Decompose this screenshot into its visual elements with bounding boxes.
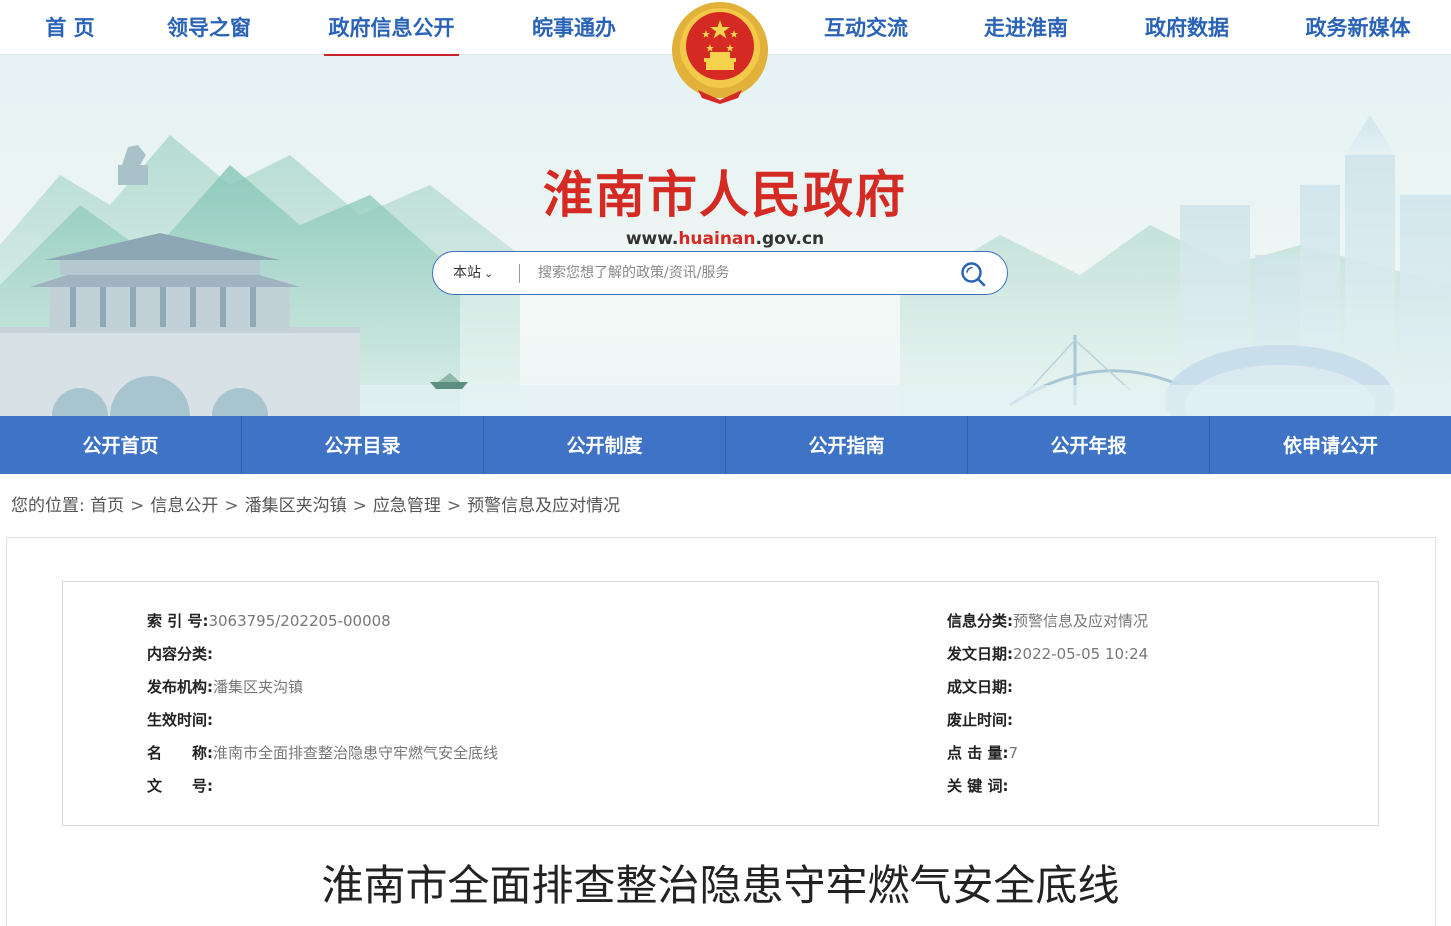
breadcrumb: 您的位置: 首页 > 信息公开 > 潘集区夹沟镇 > 应急管理 > 预警信息及应对情况 [11, 493, 620, 519]
breadcrumb-separator: > [224, 496, 239, 516]
breadcrumb-info-open[interactable]: 信息公开 [150, 496, 218, 516]
breadcrumb-current[interactable]: 预警信息及应对情况 [467, 496, 620, 516]
site-url[interactable]: www.huainan.gov.cn [540, 228, 910, 250]
search-scope-select[interactable]: 本站 ⌄ [453, 252, 493, 294]
meta-index-no: 索 引 号:3063795/202205-00008 [147, 612, 391, 630]
meta-clicks: 点 击 量:7 [947, 744, 1018, 762]
breadcrumb-separator: > [352, 496, 367, 516]
breadcrumb-separator: > [130, 496, 145, 516]
nav-leaders[interactable]: 领导之窗 [160, 0, 258, 55]
nav-gov-data[interactable]: 政府数据 [1138, 0, 1236, 55]
subnav-open-system[interactable]: 公开制度 [484, 416, 726, 474]
meta-name: 名 称:淮南市全面排查整治隐患守牢燃气安全底线 [147, 744, 499, 762]
search-box: 本站 ⌄ [432, 251, 1008, 295]
subnav-open-home[interactable]: 公开首页 [0, 416, 242, 474]
subnav-apply-open[interactable]: 依申请公开 [1210, 416, 1451, 474]
meta-created-date: 成文日期: [947, 678, 1013, 696]
search-icon[interactable] [959, 260, 987, 288]
nav-interaction[interactable]: 互动交流 [817, 0, 915, 55]
nav-new-media[interactable]: 政务新媒体 [1298, 0, 1418, 55]
meta-expire-time: 废止时间: [947, 711, 1013, 729]
nav-gov-info-open[interactable]: 政府信息公开 [324, 0, 459, 56]
meta-keywords: 关 键 词: [947, 777, 1009, 795]
header-banner: 淮南市人民政府 www.huainan.gov.cn 本站 ⌄ [0, 55, 1451, 416]
breadcrumb-emergency[interactable]: 应急管理 [373, 496, 441, 516]
meta-category: 信息分类:预警信息及应对情况 [947, 612, 1149, 630]
site-url-suffix: .gov.cn [755, 229, 825, 249]
search-divider [519, 264, 520, 283]
nav-home[interactable]: 首 页 [30, 0, 110, 55]
national-emblem-icon [672, 2, 768, 104]
breadcrumb-home[interactable]: 首页 [90, 496, 124, 516]
meta-content-class: 内容分类: [147, 645, 213, 663]
nav-about-huainan[interactable]: 走进淮南 [977, 0, 1075, 55]
breadcrumb-label: 您的位置: [11, 496, 85, 516]
meta-doc-no: 文 号: [147, 777, 213, 795]
meta-publish-date: 发文日期:2022-05-05 10:24 [947, 645, 1149, 663]
document-metadata-table: 索 引 号:3063795/202205-00008 信息分类:预警信息及应对情… [62, 581, 1379, 826]
breadcrumb-separator: > [446, 496, 462, 516]
search-scope-label: 本站 [453, 265, 481, 281]
article-title: 淮南市全面排查整治隐患守牢燃气安全底线 [321, 861, 1120, 910]
subnav-open-guide[interactable]: 公开指南 [726, 416, 968, 474]
site-url-highlight: huainan [678, 229, 756, 249]
meta-effective-time: 生效时间: [147, 711, 213, 729]
search-input[interactable] [538, 260, 938, 286]
subnav-open-catalog[interactable]: 公开目录 [242, 416, 484, 474]
site-url-prefix: www. [625, 229, 679, 249]
nav-wanshitong[interactable]: 皖事通办 [525, 0, 623, 55]
site-title: 淮南市人民政府 [543, 165, 907, 224]
chevron-down-icon: ⌄ [484, 267, 494, 280]
info-open-subnav: 公开首页 公开目录 公开制度 公开指南 公开年报 依申请公开 [0, 416, 1451, 474]
breadcrumb-town[interactable]: 潘集区夹沟镇 [245, 496, 347, 516]
subnav-open-annual-report[interactable]: 公开年报 [968, 416, 1210, 474]
meta-publisher: 发布机构:潘集区夹沟镇 [147, 678, 304, 696]
